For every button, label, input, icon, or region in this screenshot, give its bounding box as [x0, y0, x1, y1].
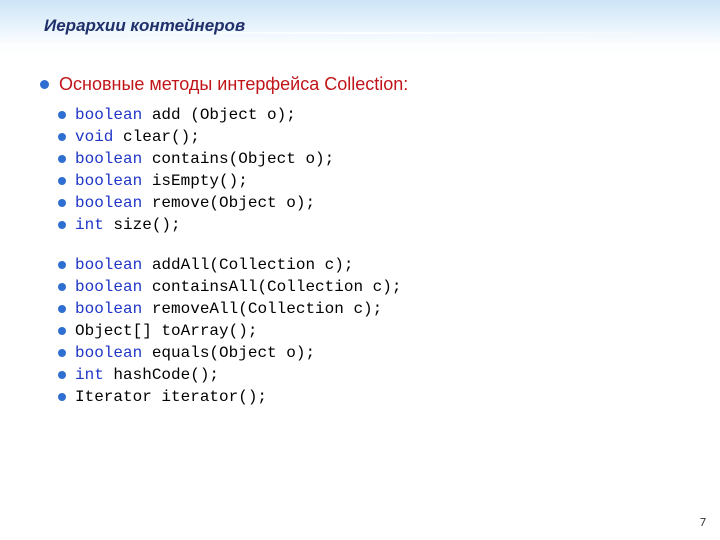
list-item: boolean contains(Object o); — [58, 148, 401, 170]
list-item: int size(); — [58, 214, 401, 236]
bullet-icon — [58, 155, 66, 163]
keyword: boolean — [75, 256, 142, 274]
method-signature: boolean equals(Object o); — [75, 342, 315, 364]
bullet-icon — [58, 305, 66, 313]
list-item: boolean add (Object o); — [58, 104, 401, 126]
method-rest: containsAll(Collection c); — [142, 278, 401, 296]
method-signature: Iterator iterator(); — [75, 386, 267, 408]
method-signature: boolean addAll(Collection c); — [75, 254, 353, 276]
method-rest: clear(); — [113, 128, 199, 146]
method-signature: boolean add (Object o); — [75, 104, 296, 126]
method-rest: size(); — [104, 216, 181, 234]
keyword: int — [75, 216, 104, 234]
bullet-icon — [58, 327, 66, 335]
method-signature: int hashCode(); — [75, 364, 219, 386]
method-rest: Object[] toArray(); — [75, 322, 257, 340]
list-item: boolean equals(Object o); — [58, 342, 401, 364]
method-rest: removeAll(Collection c); — [142, 300, 382, 318]
method-rest: remove(Object o); — [142, 194, 315, 212]
method-signature: boolean contains(Object o); — [75, 148, 334, 170]
list-item: boolean addAll(Collection c); — [58, 254, 401, 276]
keyword: boolean — [75, 106, 142, 124]
page-number: 7 — [700, 516, 706, 530]
keyword: void — [75, 128, 113, 146]
bullet-icon — [40, 80, 49, 89]
bullet-icon — [58, 261, 66, 269]
keyword: boolean — [75, 344, 142, 362]
list-item: boolean removeAll(Collection c); — [58, 298, 401, 320]
bullet-icon — [58, 393, 66, 401]
list-item: boolean remove(Object o); — [58, 192, 401, 214]
method-rest: addAll(Collection c); — [142, 256, 353, 274]
method-signature: Object[] toArray(); — [75, 320, 257, 342]
method-signature: boolean removeAll(Collection c); — [75, 298, 382, 320]
section-title: Основные методы интерфейса Collection: — [59, 74, 408, 95]
method-signature: void clear(); — [75, 126, 200, 148]
keyword: boolean — [75, 194, 142, 212]
method-signature: boolean containsAll(Collection c); — [75, 276, 401, 298]
method-rest: isEmpty(); — [142, 172, 248, 190]
method-rest: equals(Object o); — [142, 344, 315, 362]
keyword: boolean — [75, 150, 142, 168]
method-rest: hashCode(); — [104, 366, 219, 384]
keyword: boolean — [75, 300, 142, 318]
keyword: boolean — [75, 172, 142, 190]
method-signature: boolean remove(Object o); — [75, 192, 315, 214]
list-item: int hashCode(); — [58, 364, 401, 386]
method-group: boolean addAll(Collection c);boolean con… — [58, 254, 401, 408]
method-group: boolean add (Object o);void clear();bool… — [58, 104, 401, 236]
method-signature: boolean isEmpty(); — [75, 170, 248, 192]
bullet-icon — [58, 177, 66, 185]
bullet-icon — [58, 283, 66, 291]
bullet-icon — [58, 371, 66, 379]
bullet-icon — [58, 133, 66, 141]
keyword: int — [75, 366, 104, 384]
methods-list: boolean add (Object o);void clear();bool… — [58, 104, 401, 426]
list-item: Iterator iterator(); — [58, 386, 401, 408]
method-rest: contains(Object o); — [142, 150, 334, 168]
list-item: boolean containsAll(Collection c); — [58, 276, 401, 298]
bullet-icon — [58, 221, 66, 229]
list-item: boolean isEmpty(); — [58, 170, 401, 192]
bullet-icon — [58, 199, 66, 207]
slide-title: Иерархии контейнеров — [44, 16, 245, 36]
method-rest: Iterator iterator(); — [75, 388, 267, 406]
list-item: Object[] toArray(); — [58, 320, 401, 342]
section-row: Основные методы интерфейса Collection: — [40, 74, 408, 95]
bullet-icon — [58, 111, 66, 119]
list-item: void clear(); — [58, 126, 401, 148]
bullet-icon — [58, 349, 66, 357]
method-signature: int size(); — [75, 214, 181, 236]
method-rest: add (Object o); — [142, 106, 296, 124]
keyword: boolean — [75, 278, 142, 296]
